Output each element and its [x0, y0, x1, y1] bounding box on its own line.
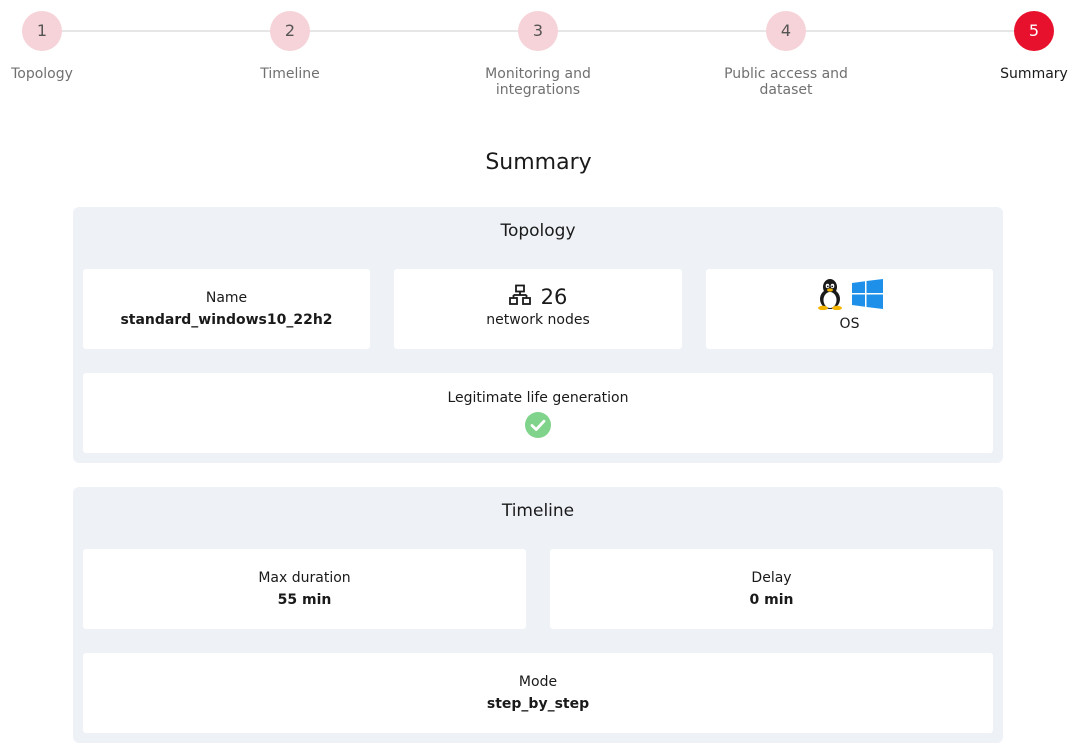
- timeline-section: Timeline Max duration 55 min Delay 0 min…: [73, 487, 1003, 743]
- os-label: OS: [839, 316, 860, 332]
- max-duration-label: Max duration: [258, 570, 351, 586]
- network-nodes-card: 26 network nodes: [394, 269, 682, 349]
- max-duration-card: Max duration 55 min: [83, 549, 526, 629]
- step-number: 3: [518, 11, 558, 51]
- step-label: Timeline: [260, 66, 320, 82]
- check-circle-icon: [83, 412, 993, 442]
- step-number: 1: [22, 11, 62, 51]
- nodes-label: network nodes: [486, 312, 590, 328]
- step-topology[interactable]: 1 Topology: [0, 11, 127, 82]
- os-card: OS: [706, 269, 993, 349]
- max-duration-value: 55 min: [277, 592, 332, 608]
- step-summary[interactable]: 5 Summary: [949, 11, 1091, 82]
- nodes-count: 26: [540, 285, 568, 309]
- name-value: standard_windows10_22h2: [120, 312, 333, 328]
- step-label: Topology: [11, 66, 73, 82]
- name-label: Name: [205, 290, 248, 306]
- delay-value: 0 min: [749, 592, 794, 608]
- page-title: Summary: [485, 150, 592, 175]
- wizard-stepper: 1 Topology 2 Timeline 3 Monitoring and i…: [0, 0, 1091, 110]
- step-label: Summary: [1000, 66, 1068, 82]
- step-timeline[interactable]: 2 Timeline: [205, 11, 375, 82]
- os-icons-row: [706, 278, 993, 314]
- network-icon: [508, 284, 531, 310]
- topology-section: Topology Name standard_windows10_22h2 26…: [73, 207, 1003, 463]
- mode-value: step_by_step: [486, 696, 590, 712]
- section-title: Topology: [500, 221, 576, 241]
- delay-card: Delay 0 min: [550, 549, 993, 629]
- step-number: 2: [270, 11, 310, 51]
- mode-label: Mode: [518, 674, 558, 690]
- linux-tux-icon: [816, 278, 844, 314]
- mode-card: Mode step_by_step: [83, 653, 993, 733]
- nodes-row: 26: [394, 284, 682, 310]
- section-title: Timeline: [501, 501, 575, 521]
- step-label: Monitoring and integrations: [485, 66, 591, 98]
- step-number: 5: [1014, 11, 1054, 51]
- topology-name-card: Name standard_windows10_22h2: [83, 269, 370, 349]
- delay-label: Delay: [751, 570, 792, 586]
- windows-logo-icon: [852, 279, 883, 313]
- summary-page: 1 Topology 2 Timeline 3 Monitoring and i…: [0, 0, 1091, 754]
- step-label: Public access and dataset: [724, 66, 848, 98]
- step-public-access[interactable]: 4 Public access and dataset: [701, 11, 871, 98]
- step-number: 4: [766, 11, 806, 51]
- step-monitoring[interactable]: 3 Monitoring and integrations: [453, 11, 623, 98]
- life-label: Legitimate life generation: [447, 390, 629, 406]
- legitimate-life-card: Legitimate life generation: [83, 373, 993, 453]
